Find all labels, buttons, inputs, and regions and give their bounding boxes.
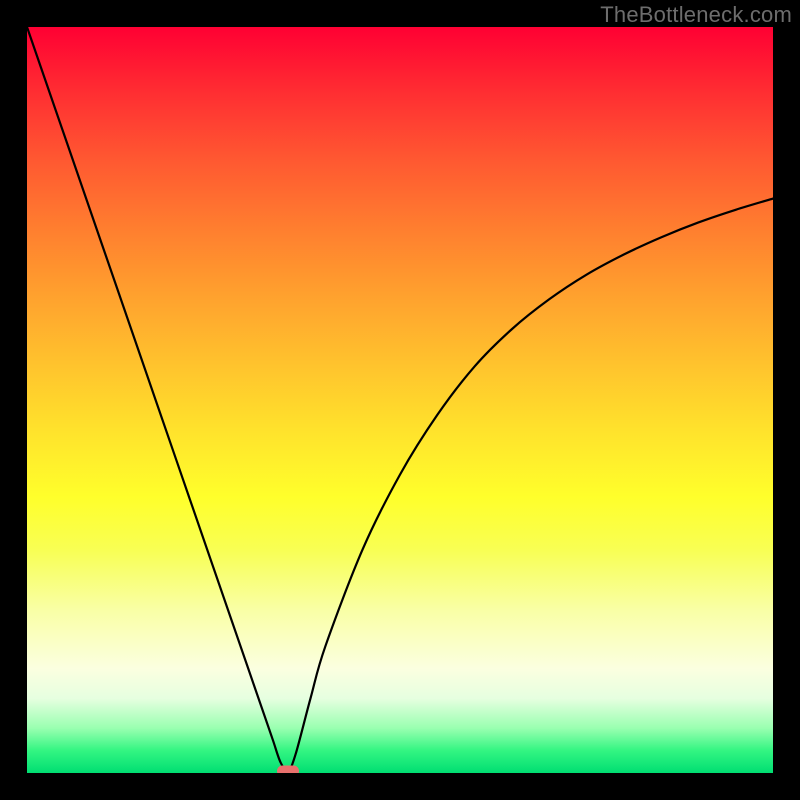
curve-svg <box>27 27 773 773</box>
plot-area <box>27 27 773 773</box>
chart-frame: TheBottleneck.com <box>0 0 800 800</box>
bottleneck-curve <box>27 27 773 771</box>
watermark-text: TheBottleneck.com <box>600 2 792 28</box>
minimum-marker <box>277 765 299 773</box>
